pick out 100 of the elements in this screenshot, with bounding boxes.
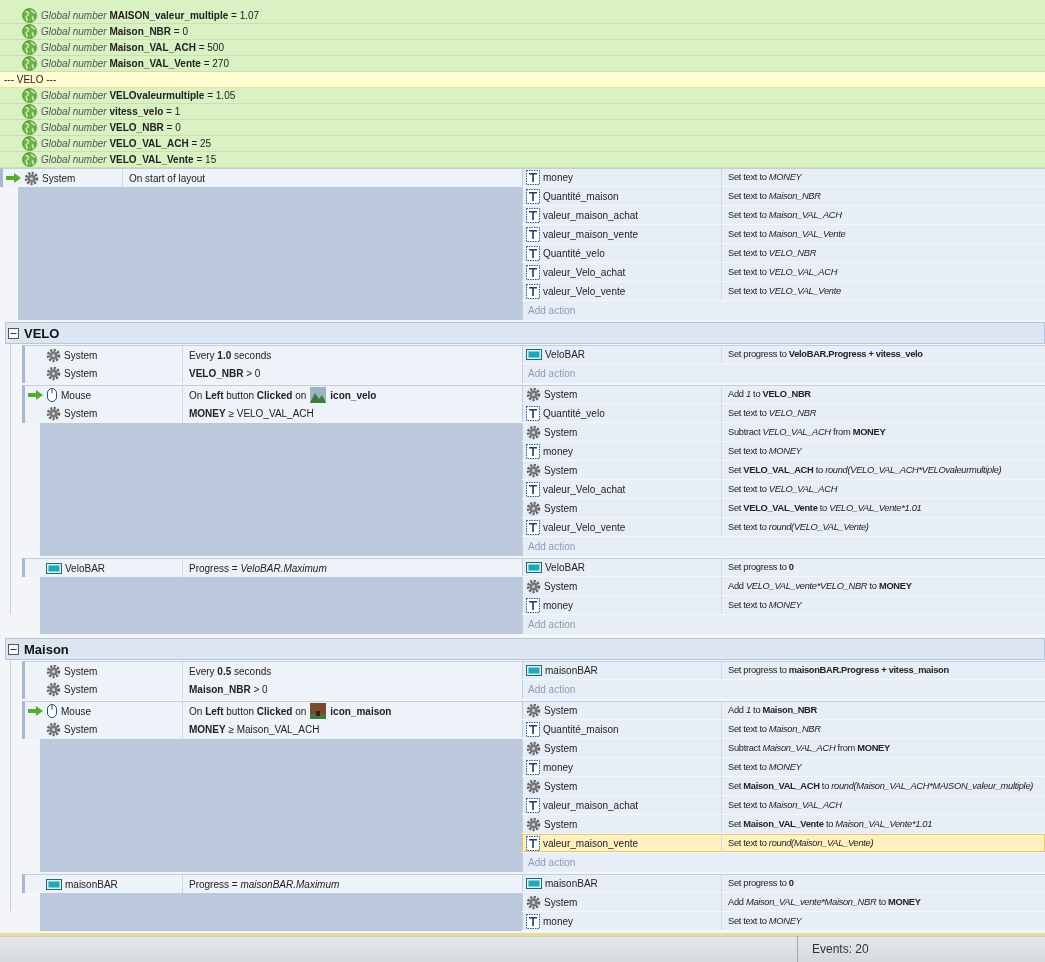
action-row[interactable]: System Add 1 to VELO_NBR [522,385,1045,404]
gear-icon [526,816,541,832]
action-row[interactable]: System Subtract Maison_VAL_ACH from MONEY [522,739,1045,758]
action-row[interactable]: money Set text to MONEY [522,442,1045,461]
action-text: Add 1 to Maison_NBR [727,705,817,715]
action-row[interactable]: money Set text to MONEY [522,912,1045,931]
object-name[interactable]: System [64,408,98,419]
variable-declaration[interactable]: Global number VELOvaleurmultiple = 1.05 [41,90,236,101]
action-text: Set progress to VeloBAR.Progress + vitess_velo [727,349,923,359]
target-object-name[interactable]: icon_maison [330,705,392,717]
mouse-icon [46,703,58,719]
gear-icon [526,740,541,756]
gear-icon [526,778,541,794]
action-row[interactable]: valeur_maison_achat Set text to Maison_VAL_ACH [522,206,1045,225]
condition-text[interactable]: VELO_NBR > 0 [189,368,261,379]
condition-text[interactable]: Maison_NBR > 0 [189,684,268,695]
condition-row[interactable]: System Every 1.0 seconds [22,345,522,364]
action-row[interactable]: System Set VELO_VAL_Vente to VELO_VAL_Vente*1.01 [522,499,1045,518]
object-name[interactable]: VeloBAR [65,562,106,574]
text-object-icon [526,759,540,775]
action-row[interactable]: Quantité_maison Set text to Maison_NBR [522,187,1045,206]
variable-declaration[interactable]: Global number VELO_VAL_ACH = 25 [41,138,212,149]
condition-text[interactable]: MONEY ≥ VELO_VAL_ACH [189,408,314,419]
action-row[interactable]: System Add 1 to Maison_NBR [522,701,1045,720]
action-row[interactable]: valeur_Velo_vente Set text to round(VELO_VAL_Vente) [522,518,1045,537]
action-row[interactable]: System Add Maison_VAL_vente*Maison_NBR to MONEY [522,893,1045,912]
action-row[interactable]: valeur_maison_vente Set text to round(Maison_VAL_Vente) [522,834,1045,853]
action-row[interactable]: System Subtract VELO_VAL_ACH from MONEY [522,423,1045,442]
action-text: Set text to MONEY [727,916,802,926]
object-name[interactable]: System [64,665,98,677]
comment-text[interactable]: --- VELO --- [4,74,57,85]
object-name[interactable]: System [64,368,98,379]
condition-text[interactable]: Progress = maisonBAR.Maximum [189,878,340,890]
condition-row[interactable]: System VELO_NBR > 0 [22,364,522,383]
group-title[interactable]: VELO [24,325,60,341]
action-row[interactable]: valeur_maison_achat Set text to Maison_VAL_ACH [522,796,1045,815]
action-text: Set text to MONEY [727,762,802,772]
group-title[interactable]: Maison [24,641,69,657]
variable-declaration[interactable]: Global number MAISON_valeur_multiple = 1.07 [41,10,260,21]
object-name[interactable]: Mouse [61,389,91,401]
condition-row[interactable]: System Maison_NBR > 0 [22,680,522,699]
condition-row[interactable]: System MONEY ≥ Maison_VAL_ACH [22,720,522,739]
condition-text[interactable]: Progress = VeloBAR.Maximum [189,562,327,574]
collapse-toggle[interactable] [8,327,19,339]
condition-text[interactable]: On start of layout [129,172,206,184]
object-name[interactable]: System [64,724,98,735]
progress-bar-icon [526,877,542,889]
object-name[interactable]: System [64,684,98,695]
condition-row[interactable]: VeloBAR Progress = VeloBAR.Maximum [22,558,522,577]
condition-row[interactable]: Mouse On Left button Clicked on icon_maison [22,701,522,720]
object-name[interactable]: System [42,172,76,184]
variable-declaration[interactable]: Global number Maison_NBR = 0 [41,26,189,37]
condition-row[interactable]: System Every 0.5 seconds [22,661,522,680]
action-row[interactable]: money Set text to MONEY [522,596,1045,615]
action-row[interactable]: valeur_Velo_vente Set text to VELO_VAL_Vente [522,282,1045,301]
variable-declaration[interactable]: Global number vitess_velo = 1 [41,106,181,117]
variable-declaration[interactable]: Global number VELO_VAL_Vente = 15 [41,154,217,165]
action-row[interactable]: money Set text to MONEY [522,758,1045,777]
action-row[interactable]: Quantité_maison Set text to Maison_NBR [522,720,1045,739]
text-object-icon [526,519,540,535]
condition-row[interactable]: maisonBAR Progress = maisonBAR.Maximum [22,874,522,893]
action-row[interactable]: money Set text to MONEY [522,168,1045,187]
condition-text[interactable]: On Left button Clicked on [189,389,307,401]
action-row[interactable]: valeur_Velo_achat Set text to VELO_VAL_ACH [522,480,1045,499]
condition-row[interactable]: System On start of layout [0,168,522,187]
collapse-toggle[interactable] [8,643,19,655]
action-row[interactable]: System Set VELO_VAL_ACH to round(VELO_VAL_ACH*VELOvaleurmultiple) [522,461,1045,480]
object-name[interactable]: maisonBAR [65,878,118,890]
condition-row[interactable]: Mouse On Left button Clicked on icon_velo [22,385,522,404]
text-object-icon [526,264,540,280]
action-row[interactable]: Quantité_velo Set text to VELO_NBR [522,404,1045,423]
action-text: Set text to VELO_VAL_ACH [727,267,838,277]
action-row[interactable]: maisonBAR Set progress to 0 [522,874,1045,893]
object-name[interactable]: System [64,349,98,361]
action-row[interactable]: valeur_Velo_achat Set text to VELO_VAL_ACH [522,263,1045,282]
object-name: Quantité_velo [543,247,605,259]
condition-text[interactable]: On Left button Clicked on [189,705,307,717]
action-row[interactable]: System Set Maison_VAL_ACH to round(Maison_VAL_ACH*MAISON_valeur_multiple) [522,777,1045,796]
condition-row[interactable]: System MONEY ≥ VELO_VAL_ACH [22,404,522,423]
action-row[interactable]: Quantité_velo Set text to VELO_NBR [522,244,1045,263]
action-row[interactable]: System Add VELO_VAL_vente*VELO_NBR to MONEY [522,577,1045,596]
object-name[interactable]: Mouse [61,705,91,717]
action-text: Set progress to 0 [727,878,794,888]
target-object-name[interactable]: icon_velo [330,389,377,401]
action-row[interactable]: maisonBAR Set progress to maisonBAR.Progress + vitess_maison [522,661,1045,680]
action-text: Subtract VELO_VAL_ACH from MONEY [727,427,886,437]
condition-text[interactable]: MONEY ≥ Maison_VAL_ACH [189,724,320,735]
variable-declaration[interactable]: Global number Maison_VAL_ACH = 500 [41,42,224,53]
gear-icon [46,347,61,363]
gear-icon [526,894,541,910]
variable-declaration[interactable]: Global number Maison_VAL_Vente = 270 [41,58,229,69]
condition-text[interactable]: Every 1.0 seconds [189,349,272,361]
action-row[interactable]: valeur_maison_vente Set text to Maison_VAL_Vente [522,225,1045,244]
variable-declaration[interactable]: Global number VELO_NBR = 0 [41,122,181,133]
action-row[interactable]: VeloBAR Set progress to 0 [522,558,1045,577]
action-row[interactable]: VeloBAR Set progress to VeloBAR.Progress + vitess_velo [522,345,1045,364]
object-name: System [544,704,578,716]
object-name: System [544,896,578,908]
condition-text[interactable]: Every 0.5 seconds [189,665,272,677]
action-text: Set text to VELO_VAL_Vente [727,286,841,296]
